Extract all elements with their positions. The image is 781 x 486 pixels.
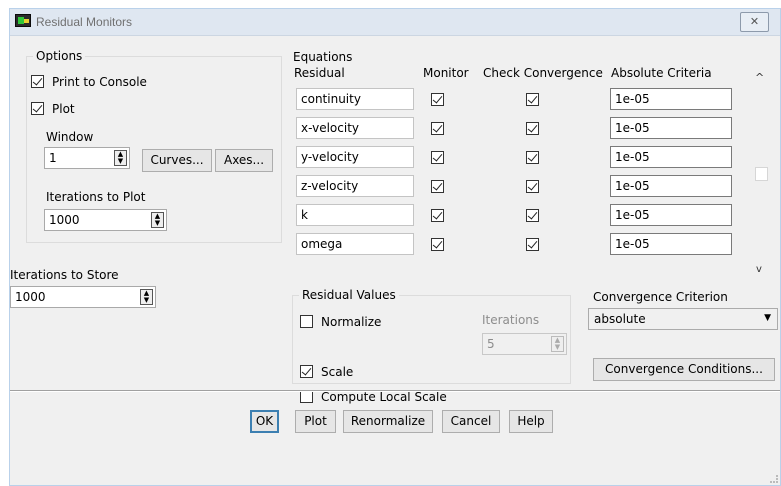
plot-label: Plot bbox=[52, 102, 75, 116]
absolute-criteria-input[interactable]: 1e-05 bbox=[610, 175, 732, 197]
window-title: Residual Monitors bbox=[36, 15, 133, 29]
chevron-down-icon: ▼ bbox=[764, 313, 771, 323]
residual-header: Residual bbox=[294, 66, 345, 80]
absolute-criteria-input[interactable]: 1e-05 bbox=[610, 117, 732, 139]
scale-checkbox[interactable] bbox=[300, 365, 313, 378]
residual-values-legend: Residual Values bbox=[302, 288, 396, 302]
iterations-to-store-label: Iterations to Store bbox=[10, 268, 119, 282]
window-number-value: 1 bbox=[49, 151, 57, 165]
close-icon: ✕ bbox=[749, 15, 760, 28]
monitor-checkbox[interactable] bbox=[431, 122, 444, 135]
normalize-checkbox[interactable] bbox=[300, 315, 313, 328]
check-convergence-header: Check Convergence bbox=[483, 66, 603, 80]
absolute-criteria-input[interactable]: 1e-05 bbox=[610, 233, 732, 255]
equations-title: Equations bbox=[293, 50, 353, 64]
iterations-to-store-field[interactable]: 1000 ▲ ▼ bbox=[10, 286, 156, 308]
convergence-criterion-value: absolute bbox=[594, 312, 646, 326]
monitor-header: Monitor bbox=[423, 66, 469, 80]
monitor-checkbox[interactable] bbox=[431, 151, 444, 164]
check-convergence-checkbox[interactable] bbox=[526, 93, 539, 106]
check-convergence-checkbox[interactable] bbox=[526, 122, 539, 135]
monitor-checkbox[interactable] bbox=[431, 93, 444, 106]
renormalize-button[interactable]: Renormalize bbox=[343, 410, 433, 433]
compute-local-scale-label: Compute Local Scale bbox=[321, 390, 447, 404]
normalize-iterations-field[interactable]: 5 ▲ ▼ bbox=[482, 333, 567, 355]
close-button[interactable]: ✕ bbox=[740, 12, 769, 32]
residual-name-cell: continuity bbox=[296, 88, 414, 110]
check-convergence-checkbox[interactable] bbox=[526, 180, 539, 193]
chevron-up-icon[interactable]: ^ bbox=[755, 71, 764, 84]
residual-name-cell: x-velocity bbox=[296, 117, 414, 139]
iterations-to-store-value: 1000 bbox=[15, 290, 46, 304]
absolute-criteria-input[interactable]: 1e-05 bbox=[610, 146, 732, 168]
resize-grip[interactable] bbox=[770, 475, 778, 483]
monitor-checkbox[interactable] bbox=[431, 180, 444, 193]
absolute-criteria-input[interactable]: 1e-05 bbox=[610, 88, 732, 110]
window-label: Window bbox=[46, 130, 94, 144]
print-to-console-label: Print to Console bbox=[52, 75, 147, 89]
residual-name-cell: k bbox=[296, 204, 414, 226]
monitor-checkbox[interactable] bbox=[431, 209, 444, 222]
plot-button[interactable]: Plot bbox=[295, 410, 336, 433]
absolute-criteria-input[interactable]: 1e-05 bbox=[610, 204, 732, 226]
equations-scrollbar[interactable]: ^ v bbox=[753, 67, 770, 283]
window-spinner[interactable]: ▲ ▼ bbox=[114, 150, 127, 166]
normalize-iterations-spinner[interactable]: ▲ ▼ bbox=[551, 336, 564, 352]
residual-name-cell: omega bbox=[296, 233, 414, 255]
chevron-down-icon[interactable]: v bbox=[756, 264, 762, 275]
residual-name-cell: y-velocity bbox=[296, 146, 414, 168]
residual-monitors-dialog: Residual Monitors ✕ Options Print to Con… bbox=[9, 8, 781, 486]
options-legend: Options bbox=[36, 49, 83, 63]
iterations-to-store-spinner[interactable]: ▲ ▼ bbox=[140, 289, 153, 305]
convergence-conditions-button[interactable]: Convergence Conditions... bbox=[593, 358, 775, 381]
convergence-criterion-dropdown[interactable]: absolute ▼ bbox=[588, 308, 778, 330]
monitor-checkbox[interactable] bbox=[431, 238, 444, 251]
scale-label: Scale bbox=[321, 365, 354, 379]
axes-button[interactable]: Axes... bbox=[215, 149, 273, 172]
check-convergence-checkbox[interactable] bbox=[526, 151, 539, 164]
iterations-to-plot-spinner[interactable]: ▲ ▼ bbox=[151, 212, 164, 228]
normalize-label: Normalize bbox=[321, 315, 382, 329]
scrollbar-thumb[interactable] bbox=[755, 167, 768, 181]
title-bar[interactable]: Residual Monitors ✕ bbox=[10, 9, 780, 36]
convergence-criterion-label: Convergence Criterion bbox=[593, 290, 728, 304]
plot-checkbox[interactable] bbox=[31, 102, 44, 115]
iterations-label: Iterations bbox=[482, 313, 540, 327]
cancel-button[interactable]: Cancel bbox=[442, 410, 500, 433]
window-number-field[interactable]: 1 ▲ ▼ bbox=[44, 147, 130, 169]
absolute-criteria-header: Absolute Criteria bbox=[611, 66, 712, 80]
iterations-to-plot-label: Iterations to Plot bbox=[46, 190, 146, 204]
residual-name-cell: z-velocity bbox=[296, 175, 414, 197]
print-to-console-checkbox[interactable] bbox=[31, 75, 44, 88]
app-icon bbox=[15, 14, 31, 27]
iterations-to-plot-field[interactable]: 1000 ▲ ▼ bbox=[44, 209, 167, 231]
help-button[interactable]: Help bbox=[509, 410, 553, 433]
curves-button[interactable]: Curves... bbox=[142, 149, 212, 172]
iterations-to-plot-value: 1000 bbox=[49, 213, 80, 227]
ok-button[interactable]: OK bbox=[250, 410, 279, 433]
normalize-iterations-value: 5 bbox=[487, 337, 495, 351]
check-convergence-checkbox[interactable] bbox=[526, 209, 539, 222]
separator bbox=[10, 390, 780, 392]
check-convergence-checkbox[interactable] bbox=[526, 238, 539, 251]
